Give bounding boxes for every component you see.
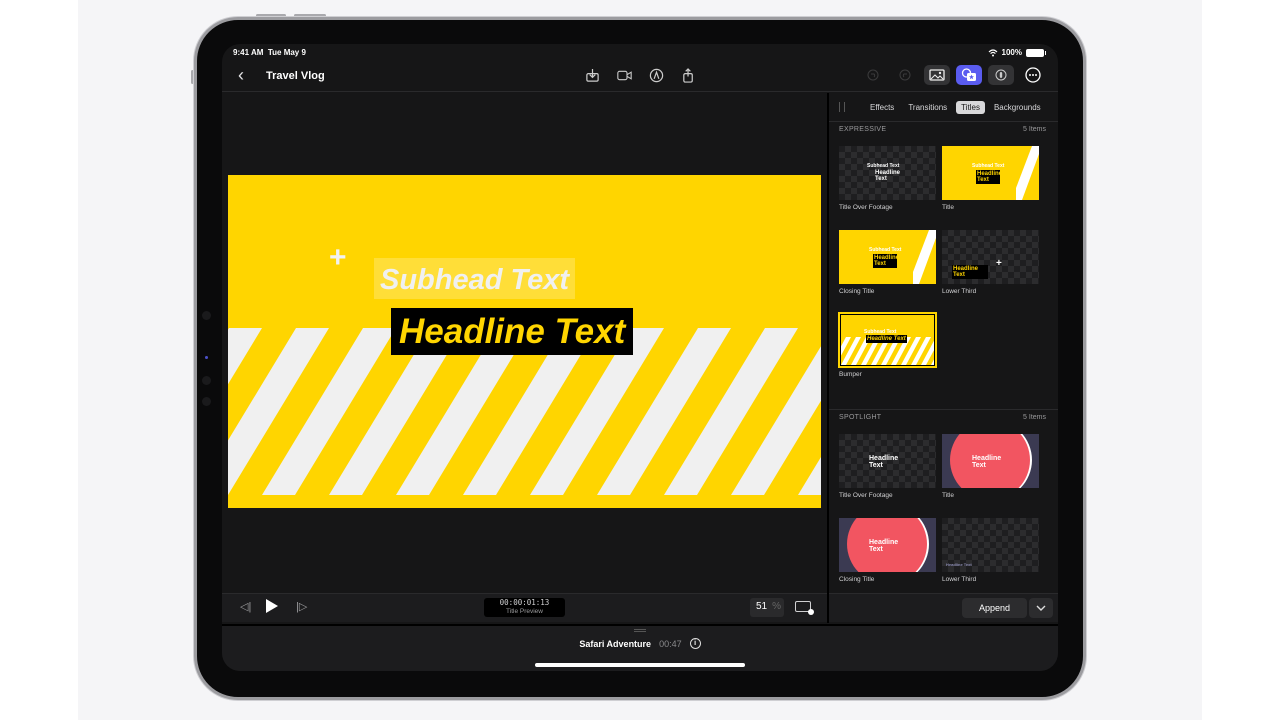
tab-backgrounds[interactable]: Backgrounds [989, 101, 1046, 114]
thumbnail-label: Title [942, 204, 955, 211]
viewer-options-icon[interactable] [795, 601, 814, 615]
section-expressive: EXPRESSIVE 5 Items [829, 121, 1058, 137]
viewer: + Subhead Text Headline Text [222, 93, 827, 593]
camera-dot [202, 376, 211, 385]
headline-text[interactable]: Headline Text [391, 308, 634, 355]
more-icon[interactable] [1020, 65, 1046, 85]
append-bar: Append [829, 593, 1058, 622]
chevron-down-icon[interactable] [1029, 598, 1053, 618]
timeline-area: Safari Adventure 00:47 i [222, 624, 1058, 671]
title-thumbnail-selected[interactable]: Subhead Text Headline Text Bumper [838, 312, 937, 378]
title-thumbnail[interactable]: Subhead Text Headline Text Title Over Fo… [839, 146, 936, 211]
previous-frame-icon[interactable]: ◁| [240, 600, 251, 613]
status-right: 100% [988, 48, 1046, 57]
timecode: 00:00:01:13 [499, 598, 550, 607]
play-button[interactable] [266, 599, 278, 613]
thumbnail-label: Lower Third [942, 288, 977, 295]
section-spotlight: SPOTLIGHT 5 Items [829, 409, 1058, 425]
inspector-icon[interactable] [988, 65, 1014, 85]
thumbnail-label: Title Over Footage [839, 204, 893, 211]
status-time: 9:41 AM Tue May 9 [233, 48, 306, 57]
import-icon[interactable] [584, 67, 601, 84]
wifi-icon [988, 48, 997, 56]
title-thumbnail[interactable]: Subhead Text Headline Text Title [942, 146, 1039, 211]
info-icon[interactable]: i [689, 638, 701, 649]
thumbnail-label: Closing Title [839, 288, 875, 295]
title-thumbnail[interactable]: Subhead Text Headline Text Closing Title [839, 230, 936, 295]
app-screen: 9:41 AM Tue May 9 100% ‹ Travel Vlog + S… [222, 44, 1058, 671]
title-thumbnail[interactable]: Headline Text Title Over Footage [839, 434, 936, 499]
next-frame-icon[interactable]: |▷ [296, 600, 307, 613]
title-thumbnail[interactable]: Headline Text Closing Title [839, 518, 936, 583]
section-name: EXPRESSIVE [839, 126, 887, 133]
camera-dot [202, 397, 211, 406]
voiceover-icon[interactable] [648, 67, 665, 84]
plus-icon: + [329, 241, 347, 274]
redo-icon[interactable] [892, 65, 918, 85]
camera-indicator [205, 356, 208, 359]
titles-browser: Effects Transitions Titles Backgrounds E… [829, 93, 1058, 623]
timecode-label: Title Preview [506, 608, 543, 615]
zoom-level[interactable]: 51% [750, 598, 784, 617]
title-thumbnail[interactable]: Headline Text Lower Third [942, 518, 1039, 583]
thumbnail-label: Title Over Footage [839, 492, 893, 499]
thumbnail-label: Lower Third [942, 576, 977, 583]
zoom-unit: % [772, 601, 782, 612]
thumbnail-label: Closing Title [839, 576, 875, 583]
camera-icon[interactable] [616, 67, 633, 84]
status-bar: 9:41 AM Tue May 9 100% [222, 44, 1058, 62]
grip-handle-icon[interactable] [839, 102, 845, 112]
back-button[interactable]: ‹ [238, 65, 254, 86]
append-button[interactable]: Append [962, 598, 1027, 618]
battery-percent: 100% [1001, 48, 1022, 57]
undo-icon[interactable] [860, 65, 886, 85]
project-info: Safari Adventure 00:47 i [222, 638, 1058, 649]
project-duration: 00:47 [659, 638, 682, 649]
transport-bar: ◁| |▷ 00:00:01:13 Title Preview 51% [222, 593, 827, 622]
project-name: Safari Adventure [579, 638, 652, 649]
share-icon[interactable] [680, 67, 697, 84]
battery-icon [1026, 48, 1046, 57]
photos-icon[interactable] [924, 65, 950, 85]
title-preview-canvas[interactable]: + Subhead Text Headline Text [228, 175, 821, 508]
project-title: Travel Vlog [266, 70, 325, 82]
navigation-bar: ‹ Travel Vlog [222, 62, 1058, 92]
timecode-display: 00:00:01:13 Title Preview [484, 598, 565, 617]
title-thumbnail[interactable]: Headline Text + Lower Third [942, 230, 1039, 295]
tab-titles[interactable]: Titles [956, 100, 985, 114]
zoom-value: 51 [756, 601, 768, 612]
section-count: 5 Items [1023, 126, 1046, 133]
toolbar-center [584, 67, 697, 84]
section-name: SPOTLIGHT [839, 414, 882, 421]
browser-tabs: Effects Transitions Titles Backgrounds [829, 93, 1058, 121]
thumbnail-label: Title [942, 492, 955, 499]
toolbar-right [860, 65, 1046, 85]
titles-effects-icon[interactable] [956, 65, 982, 85]
home-indicator[interactable] [535, 663, 745, 667]
drag-handle-icon[interactable] [634, 629, 646, 632]
section-count: 5 Items [1023, 414, 1046, 421]
thumbnail-label: Bumper [839, 371, 862, 378]
title-thumbnail[interactable]: Headline Text Title [942, 434, 1039, 499]
subhead-text[interactable]: Subhead Text [374, 258, 576, 299]
tab-transitions[interactable]: Transitions [903, 101, 952, 114]
camera-dot [202, 311, 211, 320]
tab-effects[interactable]: Effects [865, 101, 899, 114]
